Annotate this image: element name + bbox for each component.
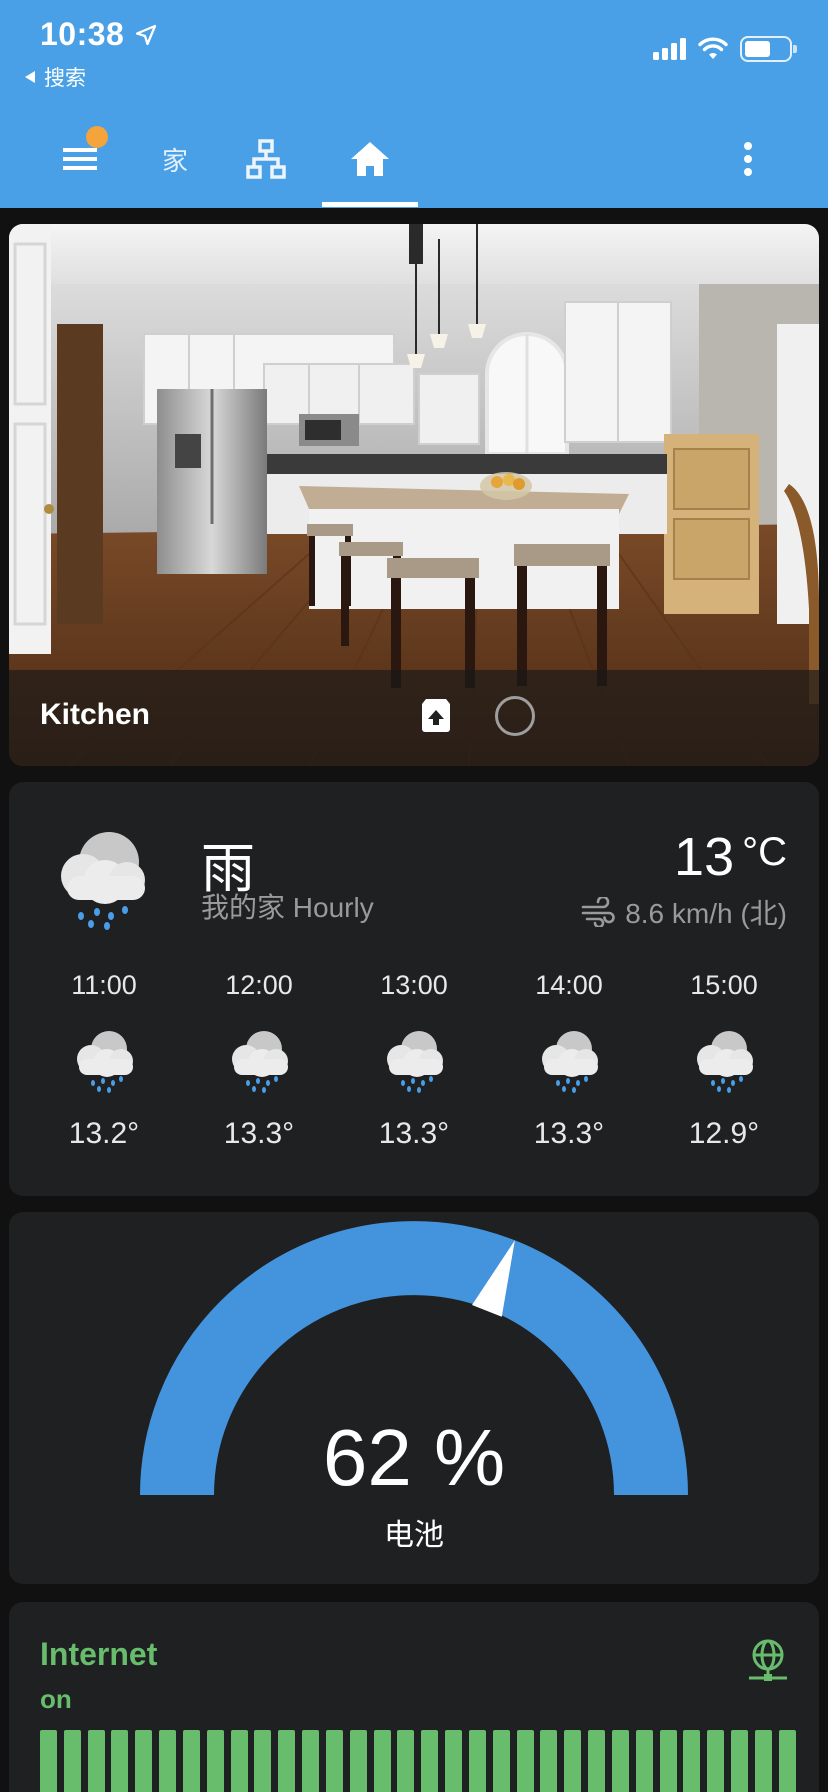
tab-network[interactable] <box>236 110 296 208</box>
history-bar-graph <box>40 1730 796 1792</box>
rainy-cloud-icon <box>232 1031 288 1093</box>
history-bar <box>254 1730 272 1792</box>
web-network-icon <box>749 1639 787 1681</box>
history-bar <box>635 1730 653 1792</box>
rainy-cloud-icon <box>387 1031 443 1093</box>
tab-house[interactable] <box>322 110 418 208</box>
more-vert-icon <box>744 142 752 176</box>
more-options-button[interactable] <box>728 110 768 208</box>
status-bar: 10:38 搜索 <box>0 0 828 100</box>
history-bar <box>111 1730 129 1792</box>
history-bar <box>778 1730 796 1792</box>
history-bar <box>731 1730 749 1792</box>
forecast-item: 13:00 13.3° <box>378 970 450 1150</box>
forecast-item: 14:00 13.3° <box>533 970 605 1150</box>
weather-card[interactable]: 雨 我的家 Hourly 13 °C 8.6 km/h (北) 11:00 13… <box>9 782 819 1196</box>
history-bar <box>87 1730 105 1792</box>
history-bar <box>516 1730 534 1792</box>
history-bar <box>492 1730 510 1792</box>
gauge-value: 62 % <box>322 1413 506 1502</box>
hourly-forecast: 11:00 13.2° 12:00 13.3° 13:00 13.3° 14:0… <box>39 970 789 1151</box>
weather-subtitle: 我的家 Hourly <box>201 892 374 923</box>
history-bar <box>302 1730 320 1792</box>
notification-badge <box>86 126 108 148</box>
internet-sensor-card[interactable]: Internet on <box>9 1602 819 1792</box>
status-indicators <box>653 36 797 62</box>
history-bar <box>421 1730 439 1792</box>
status-time: 10:38 <box>40 16 158 53</box>
history-bar <box>468 1730 486 1792</box>
forecast-item: 11:00 13.2° <box>68 970 140 1150</box>
history-bar <box>683 1730 701 1792</box>
history-bar <box>349 1730 367 1792</box>
app-header: 10:38 搜索 家 <box>0 0 828 208</box>
tab-home[interactable]: 家 <box>150 110 200 208</box>
battery-gauge-card[interactable]: 62 % 电池 <box>9 1212 819 1584</box>
internet-title: Internet <box>40 1636 158 1672</box>
cellular-signal-icon <box>653 38 686 60</box>
menu-icon <box>63 148 97 170</box>
toolbar: 家 <box>0 110 828 208</box>
history-bar <box>445 1730 463 1792</box>
history-bar <box>564 1730 582 1792</box>
history-bar <box>588 1730 606 1792</box>
history-bar <box>754 1730 772 1792</box>
kitchen-picture-card[interactable]: Kitchen <box>9 224 819 766</box>
history-bar <box>707 1730 725 1792</box>
history-bar <box>206 1730 224 1792</box>
internet-state: on <box>40 1684 72 1714</box>
history-bar <box>397 1730 415 1792</box>
history-bar <box>540 1730 558 1792</box>
history-bar <box>278 1730 296 1792</box>
network-icon <box>246 139 286 179</box>
kitchen-title: Kitchen <box>40 698 151 731</box>
back-to-search[interactable]: 搜索 <box>24 62 86 92</box>
history-bar <box>63 1730 81 1792</box>
history-bar <box>611 1730 629 1792</box>
history-bar <box>40 1730 57 1792</box>
active-tab-indicator <box>322 202 418 207</box>
gauge-label: 电池 <box>384 1519 444 1552</box>
location-arrow-icon <box>136 24 157 45</box>
back-triangle-icon <box>25 71 35 83</box>
rainy-cloud-icon <box>61 832 145 930</box>
history-bar <box>182 1730 200 1792</box>
history-bar <box>230 1730 248 1792</box>
history-bar <box>373 1730 391 1792</box>
battery-icon <box>740 36 797 62</box>
upload-box-icon[interactable] <box>417 696 455 734</box>
circle-outline-icon[interactable] <box>495 696 535 736</box>
history-bar <box>325 1730 343 1792</box>
house-icon <box>351 142 389 176</box>
wind-icon <box>581 897 615 927</box>
kitchen-footer-bar: Kitchen <box>9 670 819 766</box>
wind-speed: 8.6 km/h (北) <box>581 892 787 932</box>
menu-button[interactable] <box>50 110 110 208</box>
rainy-cloud-icon <box>77 1031 133 1093</box>
history-bar <box>659 1730 677 1792</box>
history-bar <box>135 1730 153 1792</box>
history-bar <box>159 1730 177 1792</box>
rainy-cloud-icon <box>542 1031 598 1093</box>
rainy-cloud-icon <box>697 1031 753 1093</box>
current-temperature: 13 °C <box>674 827 787 887</box>
forecast-item: 12:00 13.3° <box>223 970 295 1150</box>
forecast-item: 15:00 12.9° <box>688 970 760 1150</box>
wifi-icon <box>698 37 728 59</box>
